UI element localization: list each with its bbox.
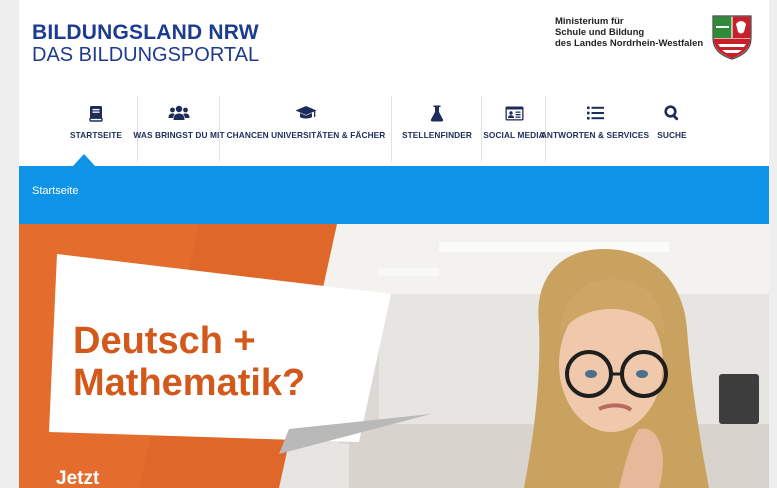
nav-item-antworten-services[interactable]: ANTWORTEN & SERVICES <box>541 96 649 162</box>
nav-item-chancen[interactable]: CHANCEN UNIVERSITÄTEN & FÄCHER <box>220 96 392 162</box>
nav-label: WAS BRINGST DU MIT <box>133 130 225 140</box>
nrw-coat-of-arms-icon[interactable] <box>710 14 754 60</box>
search-icon <box>664 104 680 122</box>
site-logo[interactable]: BILDUNGSLAND NRW DAS BILDUNGSPORTAL <box>32 21 260 67</box>
hero-banner[interactable]: Deutsch + Mathematik? Jetzt <box>19 224 769 488</box>
nav-label: ANTWORTEN & SERVICES <box>540 130 650 140</box>
brand-title: BILDUNGSLAND NRW <box>32 21 259 44</box>
flask-icon <box>430 104 444 122</box>
nav-label: STARTSEITE <box>69 130 122 140</box>
active-nav-indicator <box>73 154 95 166</box>
hero-title-line: Mathematik? <box>73 362 306 404</box>
breadcrumb-current[interactable]: Startseite <box>32 185 78 197</box>
nav-item-stellenfinder[interactable]: STELLENFINDER <box>392 96 482 162</box>
ministry-line: Ministerium für <box>555 16 624 27</box>
list-icon <box>586 104 604 122</box>
hero-title: Deutsch + Mathematik? <box>73 320 305 404</box>
id-card-icon <box>505 104 524 122</box>
main-nav: STARTSEITE WAS BRINGST DU MIT CHANCEN UN… <box>54 96 700 162</box>
brand-subtitle: DAS BILDUNGSPORTAL <box>32 44 260 66</box>
users-icon <box>168 104 190 122</box>
nav-item-was-bringst-du-mit[interactable]: WAS BRINGST DU MIT <box>133 96 225 162</box>
ministry-line: des Landes Nordrhein-Westfalen <box>555 38 704 49</box>
nav-label: SUCHE <box>657 130 687 140</box>
nav-item-suche[interactable]: SUCHE <box>644 96 700 162</box>
breadcrumb-bar: Startseite <box>19 166 769 224</box>
graduation-cap-icon <box>295 104 317 122</box>
nav-label: SOCIAL MEDIA <box>483 130 545 140</box>
nav-item-social-media[interactable]: SOCIAL MEDIA <box>482 96 546 162</box>
ministry-line: Schule und Bildung <box>555 27 645 38</box>
nav-item-startseite[interactable]: STARTSEITE <box>54 96 138 162</box>
hero-cta-text[interactable]: Jetzt <box>56 468 99 488</box>
ministry-label[interactable]: Ministerium für Schule und Bildung des L… <box>555 16 705 49</box>
book-icon <box>89 104 103 122</box>
nav-label: CHANCEN UNIVERSITÄTEN & FÄCHER <box>226 130 386 140</box>
hero-title-line: Deutsch + <box>73 320 256 362</box>
nav-label: STELLENFINDER <box>402 130 472 140</box>
page: BILDUNGSLAND NRW DAS BILDUNGSPORTAL Mini… <box>19 0 769 488</box>
